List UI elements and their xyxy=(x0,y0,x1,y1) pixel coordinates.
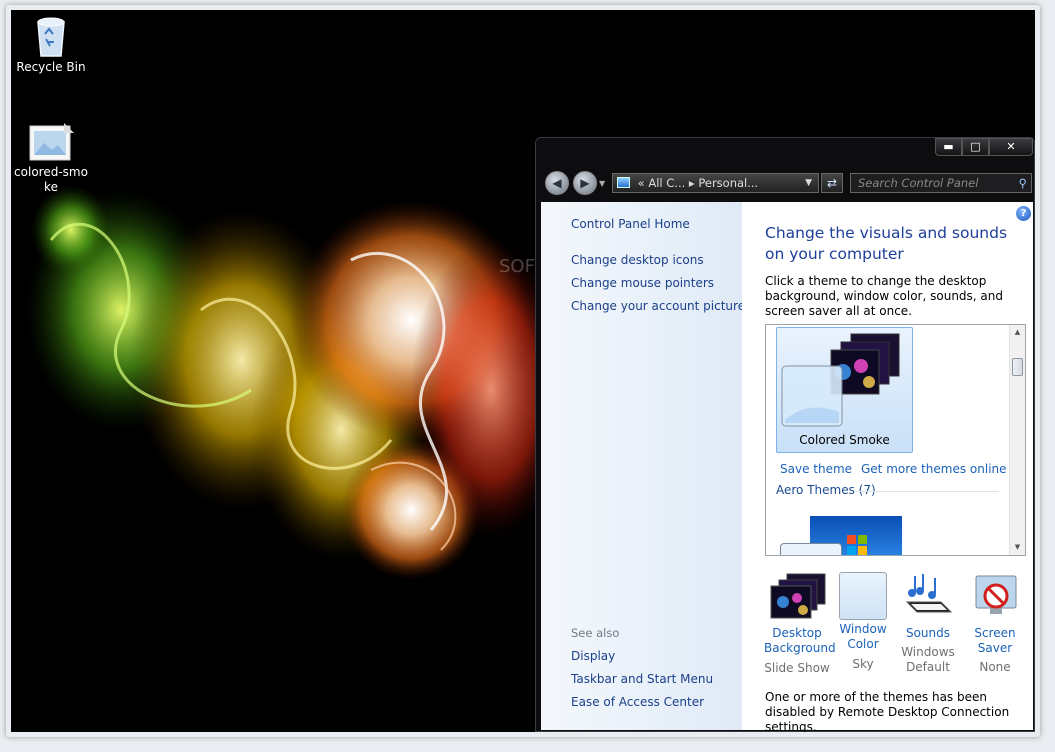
search-icon: ⚲ xyxy=(1018,176,1027,190)
see-also-heading: See also xyxy=(571,626,620,640)
theme-name: Colored Smoke xyxy=(799,433,890,447)
help-icon[interactable]: ? xyxy=(1016,206,1031,221)
theme-list-scrollbar[interactable]: ▲ ▼ xyxy=(1009,325,1025,555)
desktop-background-label: Desktop xyxy=(772,626,822,640)
title-bar[interactable]: ▬ □ ✕ xyxy=(536,138,1034,168)
sounds-label: Sounds xyxy=(905,626,951,640)
change-account-picture-link[interactable]: Change your account picture xyxy=(571,299,745,313)
desktop-icon-recycle-bin[interactable]: Recycle Bin xyxy=(11,14,91,74)
change-mouse-pointers-link[interactable]: Change mouse pointers xyxy=(571,276,714,290)
rdp-disabled-note: One or more of the themes has been disab… xyxy=(765,690,1010,732)
window-color-swatch-icon xyxy=(839,572,887,620)
sounds-value-2: Default xyxy=(906,660,950,674)
desktop: SOFTPEDIA Recycle Bin colored-smoke ▬ xyxy=(11,10,1035,732)
window-color-label-2: Color xyxy=(847,637,879,651)
screen-saver-button[interactable]: Screen Saver None xyxy=(957,572,1033,675)
desktop-icon-colored-smoke[interactable]: colored-smoke xyxy=(11,123,93,195)
desktop-background-button[interactable]: Desktop Background Slide Show xyxy=(764,572,836,676)
navigation-bar: ◀ ▶ ▼ « All C... ▸ Personal... ▼ ⇄ Searc… xyxy=(536,168,1034,200)
desktop-icon-label: Recycle Bin xyxy=(16,60,86,74)
window-color-value: Sky xyxy=(852,657,874,671)
desktop-background-value: Slide Show xyxy=(764,661,830,675)
maximize-button[interactable]: □ xyxy=(962,138,989,156)
taskbar-start-menu-link[interactable]: Taskbar and Start Menu xyxy=(571,672,713,686)
forward-arrow-icon: ▶ xyxy=(580,176,590,190)
display-link[interactable]: Display xyxy=(571,649,615,663)
screen-saver-value: None xyxy=(979,660,1011,674)
sounds-value: Windows xyxy=(901,645,955,659)
sounds-icon xyxy=(905,574,953,613)
ease-of-access-link[interactable]: Ease of Access Center xyxy=(571,695,704,709)
scroll-up-icon[interactable]: ▲ xyxy=(1010,325,1025,340)
search-input[interactable]: Search Control Panel ⚲ xyxy=(850,173,1032,193)
scroll-thumb[interactable] xyxy=(1012,358,1023,376)
back-button[interactable]: ◀ xyxy=(545,171,569,195)
address-dropdown-icon: ▼ xyxy=(805,178,812,188)
address-bar[interactable]: « All C... ▸ Personal... ▼ xyxy=(612,173,819,193)
image-file-icon xyxy=(28,123,74,163)
theme-preview-icon xyxy=(781,333,900,427)
windows-logo-icon xyxy=(847,535,867,555)
aero-themes-group-header: Aero Themes (7) xyxy=(776,483,876,497)
theme-tile-colored-smoke[interactable]: Colored Smoke xyxy=(776,327,913,453)
screen-saver-icon xyxy=(975,575,1017,614)
control-panel-home-link[interactable]: Control Panel Home xyxy=(571,217,690,231)
close-button[interactable]: ✕ xyxy=(989,138,1033,156)
theme-preview-window xyxy=(780,543,842,555)
group-divider xyxy=(854,491,999,492)
control-panel-icon xyxy=(617,177,630,188)
page-description: Click a theme to change the desktop back… xyxy=(765,274,1004,318)
forward-button[interactable]: ▶ xyxy=(573,171,597,195)
sounds-button[interactable]: Sounds Windows Default xyxy=(895,572,961,675)
personalization-window: ▬ □ ✕ ◀ ▶ ▼ « All C... ▸ Personal... ▼ ⇄… xyxy=(535,137,1035,732)
refresh-icon: ⇄ xyxy=(826,176,838,190)
address-path: « All C... ▸ Personal... xyxy=(637,176,759,190)
content-area: Control Panel Home Change desktop icons … xyxy=(541,202,1033,732)
desktop-background-label-2: Background xyxy=(764,641,836,655)
get-more-themes-link[interactable]: Get more themes online xyxy=(861,462,1007,476)
window-color-label: Window xyxy=(839,622,887,636)
desktop-icon-label: colored-smoke xyxy=(14,165,88,194)
recycle-bin-icon xyxy=(34,14,68,58)
recent-pages-dropdown[interactable]: ▼ xyxy=(599,179,605,188)
back-arrow-icon: ◀ xyxy=(552,176,562,190)
desktop-background-icon xyxy=(770,573,826,619)
screen-saver-label: Screen Saver xyxy=(974,626,1016,655)
page-title: Change the visuals and sounds on your co… xyxy=(765,224,1008,263)
minimize-button[interactable]: ▬ xyxy=(935,138,962,156)
task-pane: Control Panel Home Change desktop icons … xyxy=(541,202,745,730)
search-placeholder: Search Control Panel xyxy=(858,176,979,190)
theme-list[interactable]: Colored Smoke Save theme Get more themes… xyxy=(765,324,1026,556)
window-color-button[interactable]: Window Color Sky xyxy=(830,572,896,672)
change-desktop-icons-link[interactable]: Change desktop icons xyxy=(571,253,704,267)
refresh-button[interactable]: ⇄ xyxy=(821,173,843,193)
main-pane: ? Change the visuals and sounds on your … xyxy=(742,202,1033,732)
save-theme-link[interactable]: Save theme xyxy=(780,462,852,476)
scroll-down-icon[interactable]: ▼ xyxy=(1010,540,1025,555)
